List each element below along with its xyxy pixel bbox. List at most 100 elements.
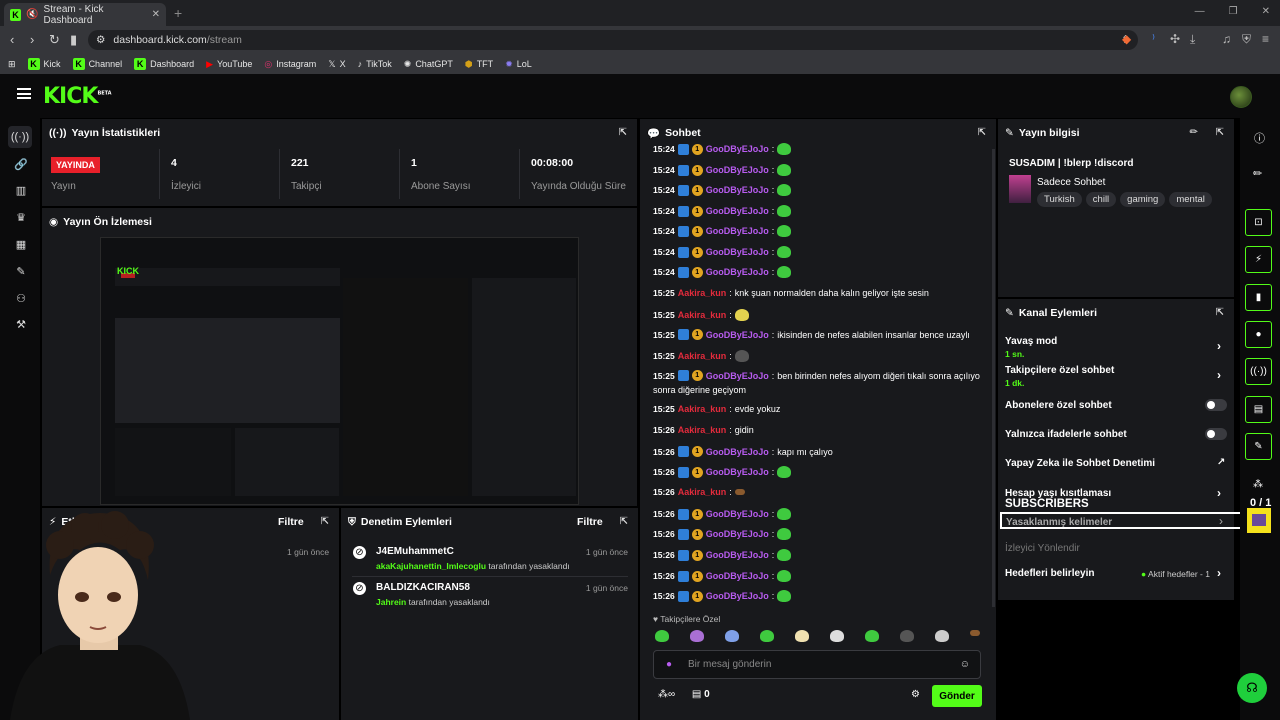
back-icon[interactable]: ‹ xyxy=(10,32,14,47)
slow-mode-row[interactable]: Yavaş mod 1 sn. xyxy=(1005,336,1057,359)
chat-message[interactable]: 15:26 1 GooDByEJoJo: xyxy=(653,466,988,478)
apps-icon[interactable]: ⊞ xyxy=(8,59,16,70)
help-button[interactable]: ☊ xyxy=(1237,673,1267,703)
chat-message[interactable]: 15:26 1 GooDByEJoJo: xyxy=(653,570,988,582)
reload-icon[interactable]: ↻ xyxy=(49,32,60,48)
emote-icon[interactable] xyxy=(725,630,739,642)
message-username[interactable]: GooDByEJoJo xyxy=(706,529,769,539)
edit-icon[interactable]: ✏ xyxy=(1190,127,1198,138)
tag[interactable]: chill xyxy=(1085,192,1117,207)
extension-icon[interactable]: ⁾ xyxy=(1152,32,1155,46)
bookmark-instagram[interactable]: ◎ Instagram xyxy=(264,59,316,70)
message-username[interactable]: GooDByEJoJo xyxy=(706,206,769,216)
site-info-icon[interactable]: ⚙ xyxy=(96,34,105,46)
chat-input[interactable]: ● Bir mesaj gönderin ☺ xyxy=(653,650,981,679)
moderation-icon[interactable]: ⚒ xyxy=(14,318,28,332)
popout-icon[interactable]: ⇱ xyxy=(1216,307,1224,318)
emote-icon[interactable] xyxy=(795,630,809,642)
stream-nav-icon[interactable]: ((·)) xyxy=(8,126,32,148)
emoji-icon[interactable]: ☺ xyxy=(960,659,970,670)
chevron-right-icon[interactable]: › xyxy=(1217,566,1221,580)
banned-words-row[interactable]: Yasaklanmış kelimeler › xyxy=(1000,512,1277,529)
message-username[interactable]: Aakira_kun xyxy=(678,351,727,361)
popout-icon[interactable]: ⇱ xyxy=(1216,127,1224,138)
download-icon[interactable]: ⤓ xyxy=(1190,32,1195,47)
filter-button[interactable]: Filtre xyxy=(577,516,603,528)
menu-icon[interactable]: ≡ xyxy=(1262,32,1269,46)
user-avatar[interactable] xyxy=(1230,86,1252,108)
url-field[interactable]: ⚙ dashboard.kick.com/stream ⇪ xyxy=(88,30,1138,50)
minimize-icon[interactable]: — xyxy=(1195,6,1205,17)
puzzle-icon[interactable]: ✣ xyxy=(1170,32,1180,46)
message-username[interactable]: GooDByEJoJo xyxy=(706,247,769,257)
chat-message[interactable]: 15:26 1 GooDByEJoJo: kapı mı çalıyo xyxy=(653,446,988,457)
message-username[interactable]: GooDByEJoJo xyxy=(706,591,769,601)
chat-message[interactable]: 15:26 1 GooDByEJoJo: xyxy=(653,508,988,520)
chat-message[interactable]: 15:25 1 GooDByEJoJo: ben birinden nefes alı… xyxy=(653,370,988,381)
maximize-icon[interactable]: ❐ xyxy=(1229,6,1238,17)
emote-icon[interactable] xyxy=(935,630,949,642)
mic-icon[interactable]: ● xyxy=(666,659,672,670)
message-username[interactable]: GooDByEJoJo xyxy=(706,371,769,381)
popout-icon[interactable]: ⇱ xyxy=(321,516,329,527)
bookmark-icon[interactable]: ▮ xyxy=(70,32,77,48)
message-username[interactable]: GooDByEJoJo xyxy=(706,267,769,277)
chat-message[interactable]: 15:24 1 GooDByEJoJo: xyxy=(653,205,988,217)
chevron-right-icon[interactable]: › xyxy=(1217,486,1221,500)
message-username[interactable]: GooDByEJoJo xyxy=(706,226,769,236)
hamburger-menu-icon[interactable] xyxy=(17,88,31,99)
chat-message[interactable]: 15:24 1 GooDByEJoJo: xyxy=(653,266,988,278)
link-icon[interactable]: 🔗 xyxy=(14,158,28,172)
message-username[interactable]: Aakira_kun xyxy=(678,310,727,320)
emote-icon[interactable] xyxy=(760,630,774,642)
goals-row[interactable]: Hedefleri belirleyin xyxy=(1005,568,1094,579)
forward-icon[interactable]: › xyxy=(30,32,34,47)
browser-tab[interactable]: K 🔇 Stream - Kick Dashboard ✕ xyxy=(4,3,166,26)
emotes-only-toggle[interactable] xyxy=(1205,428,1227,440)
close-tab-icon[interactable]: ✕ xyxy=(152,9,160,20)
bookmark-tiktok[interactable]: ♪ TikTok xyxy=(358,59,392,69)
bookmark-dashboard[interactable]: K Dashboard xyxy=(134,58,194,70)
chat-message[interactable]: 15:26 Aakira_kun: xyxy=(653,487,988,497)
message-username[interactable]: GooDByEJoJo xyxy=(706,571,769,581)
filter-button[interactable]: Filtre xyxy=(278,516,304,528)
music-icon[interactable]: ♫ xyxy=(1222,32,1231,46)
new-tab-button[interactable]: + xyxy=(174,5,182,21)
moderation-item[interactable]: ⊘ J4EMuhammetC akaKajuhanettin_Imlecoglu… xyxy=(353,546,628,571)
sidebar-btn-stream[interactable]: ((·)) xyxy=(1245,358,1272,385)
chat-message[interactable]: 15:24 1 GooDByEJoJo: xyxy=(653,246,988,258)
sidebar-btn-screenshot[interactable]: ⊡ xyxy=(1245,209,1272,236)
bookmark-youtube[interactable]: ▶ YouTube xyxy=(206,59,252,70)
chat-message[interactable]: 15:24 1 GooDByEJoJo: xyxy=(653,184,988,196)
sidebar-btn-moderation[interactable]: ▮ xyxy=(1245,284,1272,311)
chevron-right-icon[interactable]: › xyxy=(1217,339,1221,353)
chat-message[interactable]: 15:25 Aakira_kun: evde yokuz xyxy=(653,404,988,414)
message-username[interactable]: GooDByEJoJo xyxy=(706,467,769,477)
sidebar-btn-chat[interactable]: ● xyxy=(1245,321,1272,348)
chat-message[interactable]: 15:25 Aakira_kun: xyxy=(653,309,988,321)
moderation-item[interactable]: ⊘ BALDIZKACIRAN58 Jahrein tarafından yas… xyxy=(353,582,628,607)
users-icon[interactable]: ⁂ xyxy=(1253,479,1263,490)
bookmark-kick[interactable]: K Kick xyxy=(27,58,61,70)
stream-preview-video[interactable]: KICK xyxy=(100,237,579,505)
chat-message[interactable]: 15:26 1 GooDByEJoJo: xyxy=(653,590,988,602)
message-username[interactable]: Aakira_kun xyxy=(678,288,727,298)
users-icon[interactable]: ⚇ xyxy=(14,292,28,306)
clips-icon[interactable]: ▦ xyxy=(14,238,28,252)
sidebar-btn-layout[interactable]: ▤ xyxy=(1245,396,1272,423)
info-icon[interactable]: ⓘ xyxy=(1254,130,1265,146)
chat-message[interactable]: 15:24 1 GooDByEJoJo: xyxy=(653,225,988,237)
store-icon[interactable]: ▤ xyxy=(692,689,701,700)
external-link-icon[interactable]: ↗ xyxy=(1217,457,1225,468)
popout-icon[interactable]: ⇱ xyxy=(619,127,627,138)
chat-message[interactable]: 15:26 1 GooDByEJoJo: xyxy=(653,549,988,561)
bookmark-channel[interactable]: K Channel xyxy=(72,58,122,70)
send-button[interactable]: Gönder xyxy=(932,685,982,707)
followers-only-row[interactable]: Takipçilere özel sohbet 1 dk. xyxy=(1005,365,1114,388)
chat-message[interactable]: 15:25 Aakira_kun: xyxy=(653,350,988,362)
message-username[interactable]: GooDByEJoJo xyxy=(706,185,769,195)
analytics-icon[interactable]: ▥ xyxy=(14,184,28,198)
bookmark-chatgpt[interactable]: ✺ ChatGPT xyxy=(404,59,453,70)
gear-icon[interactable]: ⚙ xyxy=(911,689,920,700)
close-window-icon[interactable]: ✕ xyxy=(1262,6,1270,17)
